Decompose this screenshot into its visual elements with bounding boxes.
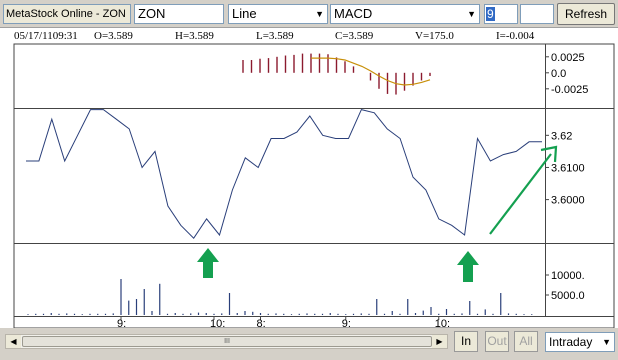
scroll-thumb[interactable]: III xyxy=(22,336,432,347)
zoom-out-button[interactable]: Out xyxy=(485,331,509,352)
macd-tick-label: -0.0025 xyxy=(551,84,588,96)
price-tick-label: 3.6100 xyxy=(551,162,585,174)
stock-chart[interactable]: 0.0025 0.0 -0.0025 3.62 3.6100 3.6000 10000.… xyxy=(0,0,618,328)
chart-frame xyxy=(13,43,615,328)
time-tick-label: 9: xyxy=(117,318,126,328)
scroll-left-icon[interactable]: ◀ xyxy=(6,335,21,348)
price-tick-label: 3.6000 xyxy=(551,195,585,207)
macd-tick-label: 0.0 xyxy=(551,68,566,80)
horizontal-scrollbar[interactable]: ◀ III ▶ xyxy=(5,334,448,349)
time-tick-label: 10: xyxy=(435,318,450,328)
interval-select[interactable]: Intraday ▼ xyxy=(545,332,615,352)
chevron-down-icon: ▼ xyxy=(602,337,611,347)
time-tick-label: 9: xyxy=(342,318,351,328)
zoom-all-button[interactable]: All xyxy=(514,331,538,352)
volume-tick-label: 5000.0 xyxy=(551,290,585,302)
scroll-right-icon[interactable]: ▶ xyxy=(432,335,447,348)
zoom-in-button[interactable]: In xyxy=(454,331,478,352)
time-tick-label: 10: xyxy=(210,318,225,328)
time-tick-label: 8: xyxy=(257,318,266,328)
volume-tick-label: 10000. xyxy=(551,270,585,282)
macd-tick-label: 0.0025 xyxy=(551,52,585,64)
interval-value: Intraday xyxy=(549,335,593,349)
price-tick-label: 3.62 xyxy=(551,130,572,142)
